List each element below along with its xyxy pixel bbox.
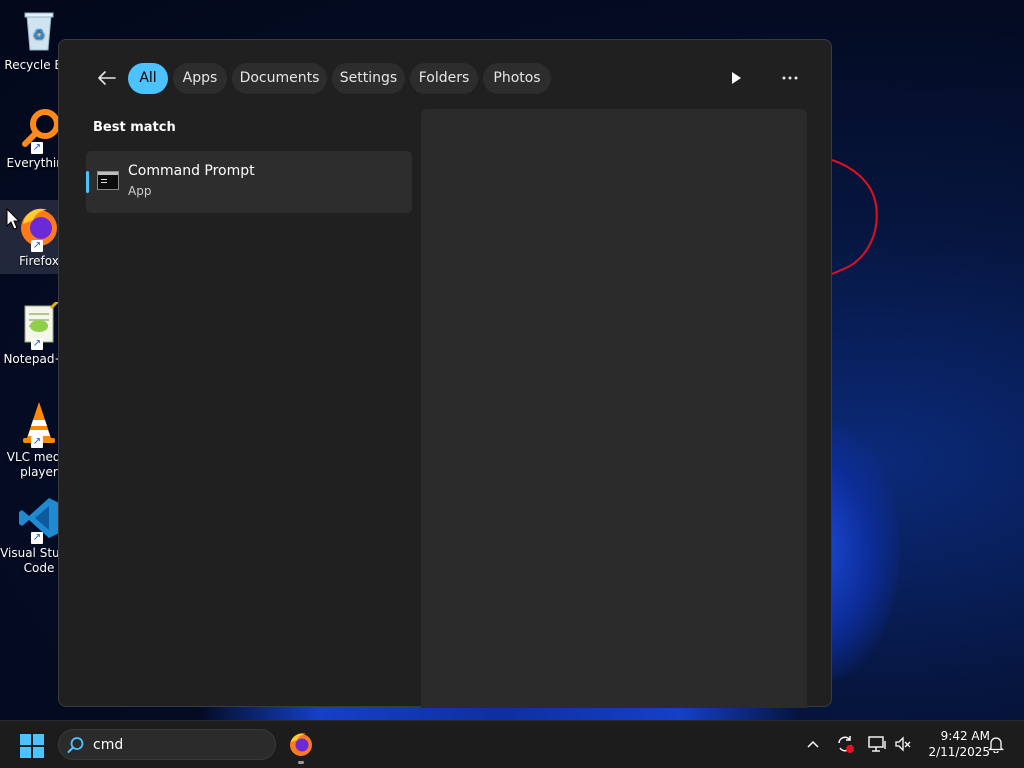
clock-date: 2/11/2025 [928,745,990,759]
taskbar-app-firefox[interactable] [287,730,315,764]
chevron-up-icon [807,740,819,748]
more-horizontal-icon [782,76,798,80]
filter-chip-folders[interactable]: Folders [410,63,478,94]
search-panel: All Apps Documents Settings Folders Phot… [58,39,832,708]
best-match-heading: Best match [93,120,176,135]
play-icon [732,72,741,84]
arrow-left-icon [98,71,116,85]
everything-search-icon: ↗ [17,106,61,154]
play-button[interactable] [722,64,750,92]
filter-chip-documents[interactable]: Documents [232,63,327,94]
taskbar: 9:42 AM 2/11/2025 [0,720,1024,768]
shortcut-arrow-icon: ↗ [31,436,43,448]
firefox-icon: ↗ [17,204,61,252]
update-status-button[interactable] [834,733,856,755]
filter-chip-settings[interactable]: Settings [332,63,405,94]
running-indicator [298,761,304,764]
search-input[interactable] [93,734,263,756]
notifications-button[interactable] [985,733,1007,755]
svg-text:♻: ♻ [33,27,46,43]
clock-time: 9:42 AM [940,729,990,743]
recycle-bin-icon: ♻ [17,8,61,52]
sync-alert-icon [838,736,854,753]
selection-accent [86,171,89,193]
network-monitor-icon [868,736,886,752]
filter-chip-all[interactable]: All [128,63,168,94]
taskbar-search-box[interactable] [58,729,276,760]
bell-icon [988,737,1004,753]
network-button[interactable] [866,733,888,755]
result-title: Command Prompt [128,163,255,179]
preview-pane [421,109,807,708]
volume-button[interactable] [892,733,914,755]
more-options-button[interactable] [776,64,804,92]
shortcut-arrow-icon: ↗ [31,240,43,252]
notepad-plus-plus-icon: ↗ [17,298,61,350]
firefox-icon [290,733,312,756]
command-prompt-icon [97,171,119,190]
shortcut-arrow-icon: ↗ [31,338,43,350]
back-button[interactable] [93,64,121,92]
windows-logo-icon [20,734,44,758]
clock[interactable]: 9:42 AM 2/11/2025 [918,728,990,760]
speaker-muted-icon [895,736,911,752]
shortcut-arrow-icon: ↗ [31,142,43,154]
result-subtitle: App [128,184,152,198]
show-hidden-icons-button[interactable] [802,733,824,755]
shortcut-arrow-icon: ↗ [31,532,43,544]
result-command-prompt[interactable]: Command Prompt App [86,151,412,213]
search-icon [67,737,84,753]
filter-chip-photos[interactable]: Photos [483,63,551,94]
start-button[interactable] [20,734,44,758]
vscode-icon: ↗ [17,496,61,544]
vlc-icon: ↗ [17,400,61,448]
filter-chip-apps[interactable]: Apps [173,63,227,94]
mouse-cursor-icon [6,208,20,230]
